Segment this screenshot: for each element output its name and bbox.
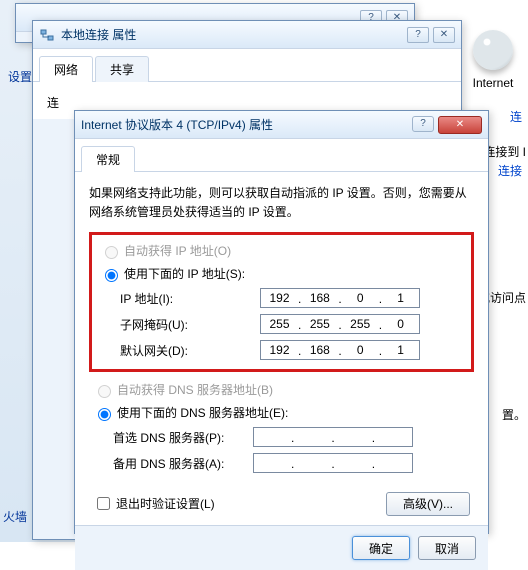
network-icon — [39, 27, 55, 43]
dns2-oct-2[interactable] — [294, 454, 331, 472]
subnet-oct-4[interactable] — [382, 315, 419, 333]
cancel-button[interactable]: 取消 — [418, 536, 476, 560]
ip-section-highlight: 自动获得 IP 地址(O) 使用下面的 IP 地址(S): IP 地址(I): … — [89, 232, 474, 372]
win2-connect-label: 连 — [47, 94, 447, 111]
help-text: 如果网络支持此功能，则可以获取自动指派的 IP 设置。否则，您需要从网络系统管理… — [89, 184, 474, 222]
win3-title: Internet 协议版本 4 (TCP/IPv4) 属性 — [81, 116, 412, 133]
radio-manual-ip[interactable] — [105, 269, 118, 282]
radio-auto-ip-row: 自动获得 IP 地址(O) — [96, 239, 467, 262]
gw-oct-1[interactable] — [261, 341, 298, 359]
win2-tabstrip: 网络 共享 — [33, 49, 461, 82]
dns1-input[interactable]: . . . — [253, 427, 413, 447]
dns1-oct-4[interactable] — [375, 428, 412, 446]
dns2-oct-4[interactable] — [375, 454, 412, 472]
bg-settings-label: 设置 — [8, 68, 32, 85]
validate-label: 退出时验证设置(L) — [116, 495, 215, 512]
gw-oct-2[interactable] — [301, 341, 338, 359]
dns1-oct-1[interactable] — [254, 428, 291, 446]
bg-firewall-label: 火墙 — [3, 508, 27, 525]
win3-close-button[interactable]: ✕ — [438, 116, 482, 134]
tab-network[interactable]: 网络 — [39, 56, 93, 82]
tab-sharing[interactable]: 共享 — [95, 56, 149, 82]
ip-oct-1[interactable] — [261, 289, 298, 307]
window-ipv4-properties: Internet 协议版本 4 (TCP/IPv4) 属性 ? ✕ 常规 如果网… — [74, 110, 489, 534]
win2-close-button[interactable]: ✕ — [433, 27, 455, 43]
radio-manual-ip-label: 使用下面的 IP 地址(S): — [124, 265, 245, 282]
gateway-label: 默认网关(D): — [120, 342, 260, 359]
win3-tabstrip: 常规 — [75, 139, 488, 172]
dns1-oct-3[interactable] — [335, 428, 372, 446]
internet-globe-icon — [473, 30, 513, 70]
dns2-input[interactable]: . . . — [253, 453, 413, 473]
advanced-button[interactable]: 高级(V)... — [386, 492, 470, 516]
radio-auto-dns — [98, 385, 111, 398]
subnet-label: 子网掩码(U): — [120, 316, 260, 333]
radio-manual-dns-row[interactable]: 使用下面的 DNS 服务器地址(E): — [89, 401, 474, 424]
subnet-oct-3[interactable] — [342, 315, 379, 333]
subnet-oct-2[interactable] — [301, 315, 338, 333]
gw-oct-4[interactable] — [382, 341, 419, 359]
dns2-oct-3[interactable] — [335, 454, 372, 472]
validate-checkbox[interactable] — [97, 497, 110, 510]
gw-oct-3[interactable] — [342, 341, 379, 359]
win2-title: 本地连接 属性 — [61, 26, 407, 43]
ip-oct-2[interactable] — [301, 289, 338, 307]
subnet-oct-1[interactable] — [261, 315, 298, 333]
radio-auto-dns-row: 自动获得 DNS 服务器地址(B) — [89, 378, 474, 401]
subnet-input[interactable]: . . . — [260, 314, 420, 334]
dns1-label: 首选 DNS 服务器(P): — [113, 429, 253, 446]
gateway-input[interactable]: . . . — [260, 340, 420, 360]
ip-address-label: IP 地址(I): — [120, 290, 260, 307]
radio-manual-dns[interactable] — [98, 408, 111, 421]
ip-oct-4[interactable] — [382, 289, 419, 307]
win3-help-button[interactable]: ? — [412, 116, 434, 132]
radio-manual-ip-row[interactable]: 使用下面的 IP 地址(S): — [96, 262, 467, 285]
win2-help-button[interactable]: ? — [407, 27, 429, 43]
dns1-oct-2[interactable] — [294, 428, 331, 446]
tab-general[interactable]: 常规 — [81, 146, 135, 172]
dns2-oct-1[interactable] — [254, 454, 291, 472]
radio-auto-dns-label: 自动获得 DNS 服务器地址(B) — [117, 381, 273, 398]
dns2-label: 备用 DNS 服务器(A): — [113, 455, 253, 472]
ip-oct-3[interactable] — [342, 289, 379, 307]
radio-manual-dns-label: 使用下面的 DNS 服务器地址(E): — [117, 404, 288, 421]
ok-button[interactable]: 确定 — [352, 536, 410, 560]
radio-auto-ip-label: 自动获得 IP 地址(O) — [124, 242, 231, 259]
radio-auto-ip — [105, 246, 118, 259]
internet-label: Internet — [458, 76, 528, 90]
ip-address-input[interactable]: . . . — [260, 288, 420, 308]
